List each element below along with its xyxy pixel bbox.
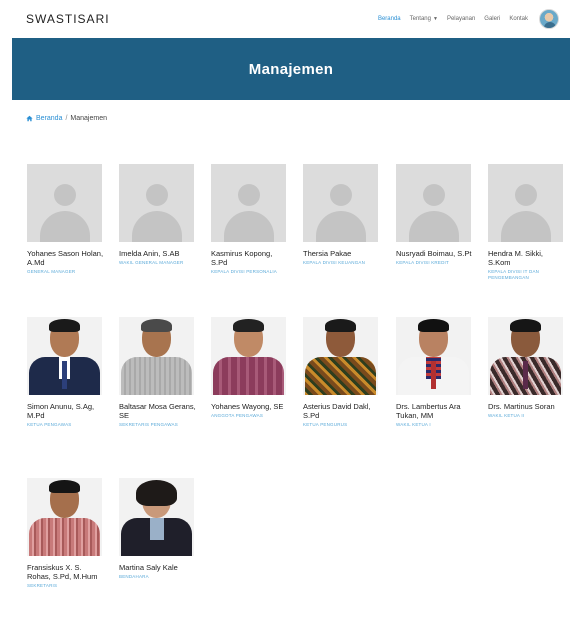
member-photo [396,317,471,395]
home-icon [26,115,33,122]
member-card: Fransiskus X. S. Rohas, S.Pd, M.Hum SEKR… [27,478,106,589]
member-name: Yohanes Wayong, SE [211,402,284,411]
member-card: Thersia Pakae KEPALA DIVISI KEUANGAN [303,164,382,266]
member-name: Imelda Anin, S.AB [119,249,180,258]
breadcrumb-home[interactable]: Beranda [26,115,62,122]
member-role: KEPALA DIVISI IT DAN PENGEMBANGAN [488,269,540,280]
breadcrumb-separator: / [65,115,68,122]
member-name: Yohanes Sason Holan, A.Md [27,249,104,267]
page-banner: Manajemen [12,38,570,100]
member-card: Drs. Martinus Soran WAKIL KETUA II [488,317,567,419]
nav-link-about[interactable]: Tentang ▼ [410,16,438,22]
member-photo [488,317,563,395]
member-card: Simon Anunu, S.Ag, M.Pd KETUA PENGAWAS [27,317,106,428]
nav-link-services[interactable]: Pelayanan [447,16,475,22]
member-role: KETUA PENGAWAS [27,422,72,427]
breadcrumb-home-label: Beranda [36,115,63,122]
page-title: Manajemen [248,60,334,78]
nav-link-about-label: Tentang [409,16,431,22]
member-role: BENDAHARA [119,574,149,579]
nav-link-home[interactable]: Beranda [378,16,401,22]
member-name: Drs. Lambertus Ara Tukan, MM [396,402,461,420]
nav-menu: Beranda Tentang ▼ Pelayanan Galeri Kontak [378,9,559,29]
member-role: SEKRETARIS [27,583,58,588]
navbar: SWASTISARI Beranda Tentang ▼ Pelayanan Ga… [0,0,571,38]
avatar-placeholder-image [211,164,286,242]
member-card: Baltasar Mosa Gerans, SE SEKRETARIS PENG… [119,317,198,428]
member-role: KEPALA DIVISI KREDIT [396,260,449,265]
avatar-placeholder-image [303,164,378,242]
member-card: Asterius David Dakl, S.Pd KETUA PENGURUS [303,317,382,428]
member-card: Martina Saly Kale BENDAHARA [119,478,198,580]
brand-logo[interactable]: SWASTISARI [26,12,110,26]
nav-link-gallery[interactable]: Galeri [484,16,500,22]
member-role: WAKIL KETUA I [396,422,431,427]
member-name: Nusryadi Boimau, S.Pt [396,249,472,258]
member-name: Baltasar Mosa Gerans, SE [119,402,196,420]
member-role: WAKIL GENERAL MANAGER [119,260,184,265]
member-card: Drs. Lambertus Ara Tukan, MM WAKIL KETUA… [396,317,475,428]
avatar-placeholder-image [119,164,194,242]
member-name: Martina Saly Kale [119,563,178,572]
member-role: ANGGOTA PENGAWAS [211,413,264,418]
chevron-down-icon: ▼ [432,16,438,22]
member-card: Kasmirus Kopong, S.Pd KEPALA DIVISI PERS… [211,164,290,275]
member-name: Drs. Martinus Soran [488,402,555,411]
avatar-placeholder-image [27,164,102,242]
breadcrumb-current: Manajemen [70,115,107,122]
member-name: Thersia Pakae [303,249,352,258]
member-name: Fransiskus X. S. Rohas, S.Pd, M.Hum [27,563,98,581]
member-photo [27,317,102,395]
member-photo [27,478,102,556]
breadcrumb: Beranda / Manajemen [26,115,107,122]
member-name: Asterius David Dakl, S.Pd [303,402,371,420]
member-name: Hendra M. Sikki, S.Kom [488,249,544,267]
nav-link-contact[interactable]: Kontak [509,16,528,22]
member-card: Yohanes Wayong, SE ANGGOTA PENGAWAS [211,317,290,419]
member-name: Simon Anunu, S.Ag, M.Pd [27,402,95,420]
avatar-placeholder-image [488,164,563,242]
member-photo [211,317,286,395]
member-role: KETUA PENGURUS [303,422,348,427]
member-photo [119,478,194,556]
member-card: Yohanes Sason Holan, A.Md GENERAL MANAGE… [27,164,106,275]
member-name: Kasmirus Kopong, S.Pd [211,249,273,267]
member-photo [119,317,194,395]
member-role: WAKIL KETUA II [488,413,525,418]
avatar-placeholder-image [396,164,471,242]
member-role: KEPALA DIVISI PERSONALIA [211,269,277,274]
member-role: SEKRETARIS PENGAWAS [119,422,178,427]
avatar[interactable] [539,9,559,29]
member-role: GENERAL MANAGER [27,269,76,274]
member-role: KEPALA DIVISI KEUANGAN [303,260,366,265]
member-card: Imelda Anin, S.AB WAKIL GENERAL MANAGER [119,164,198,266]
member-card: Nusryadi Boimau, S.Pt KEPALA DIVISI KRED… [396,164,475,266]
member-photo [303,317,378,395]
member-card: Hendra M. Sikki, S.Kom KEPALA DIVISI IT … [488,164,567,281]
